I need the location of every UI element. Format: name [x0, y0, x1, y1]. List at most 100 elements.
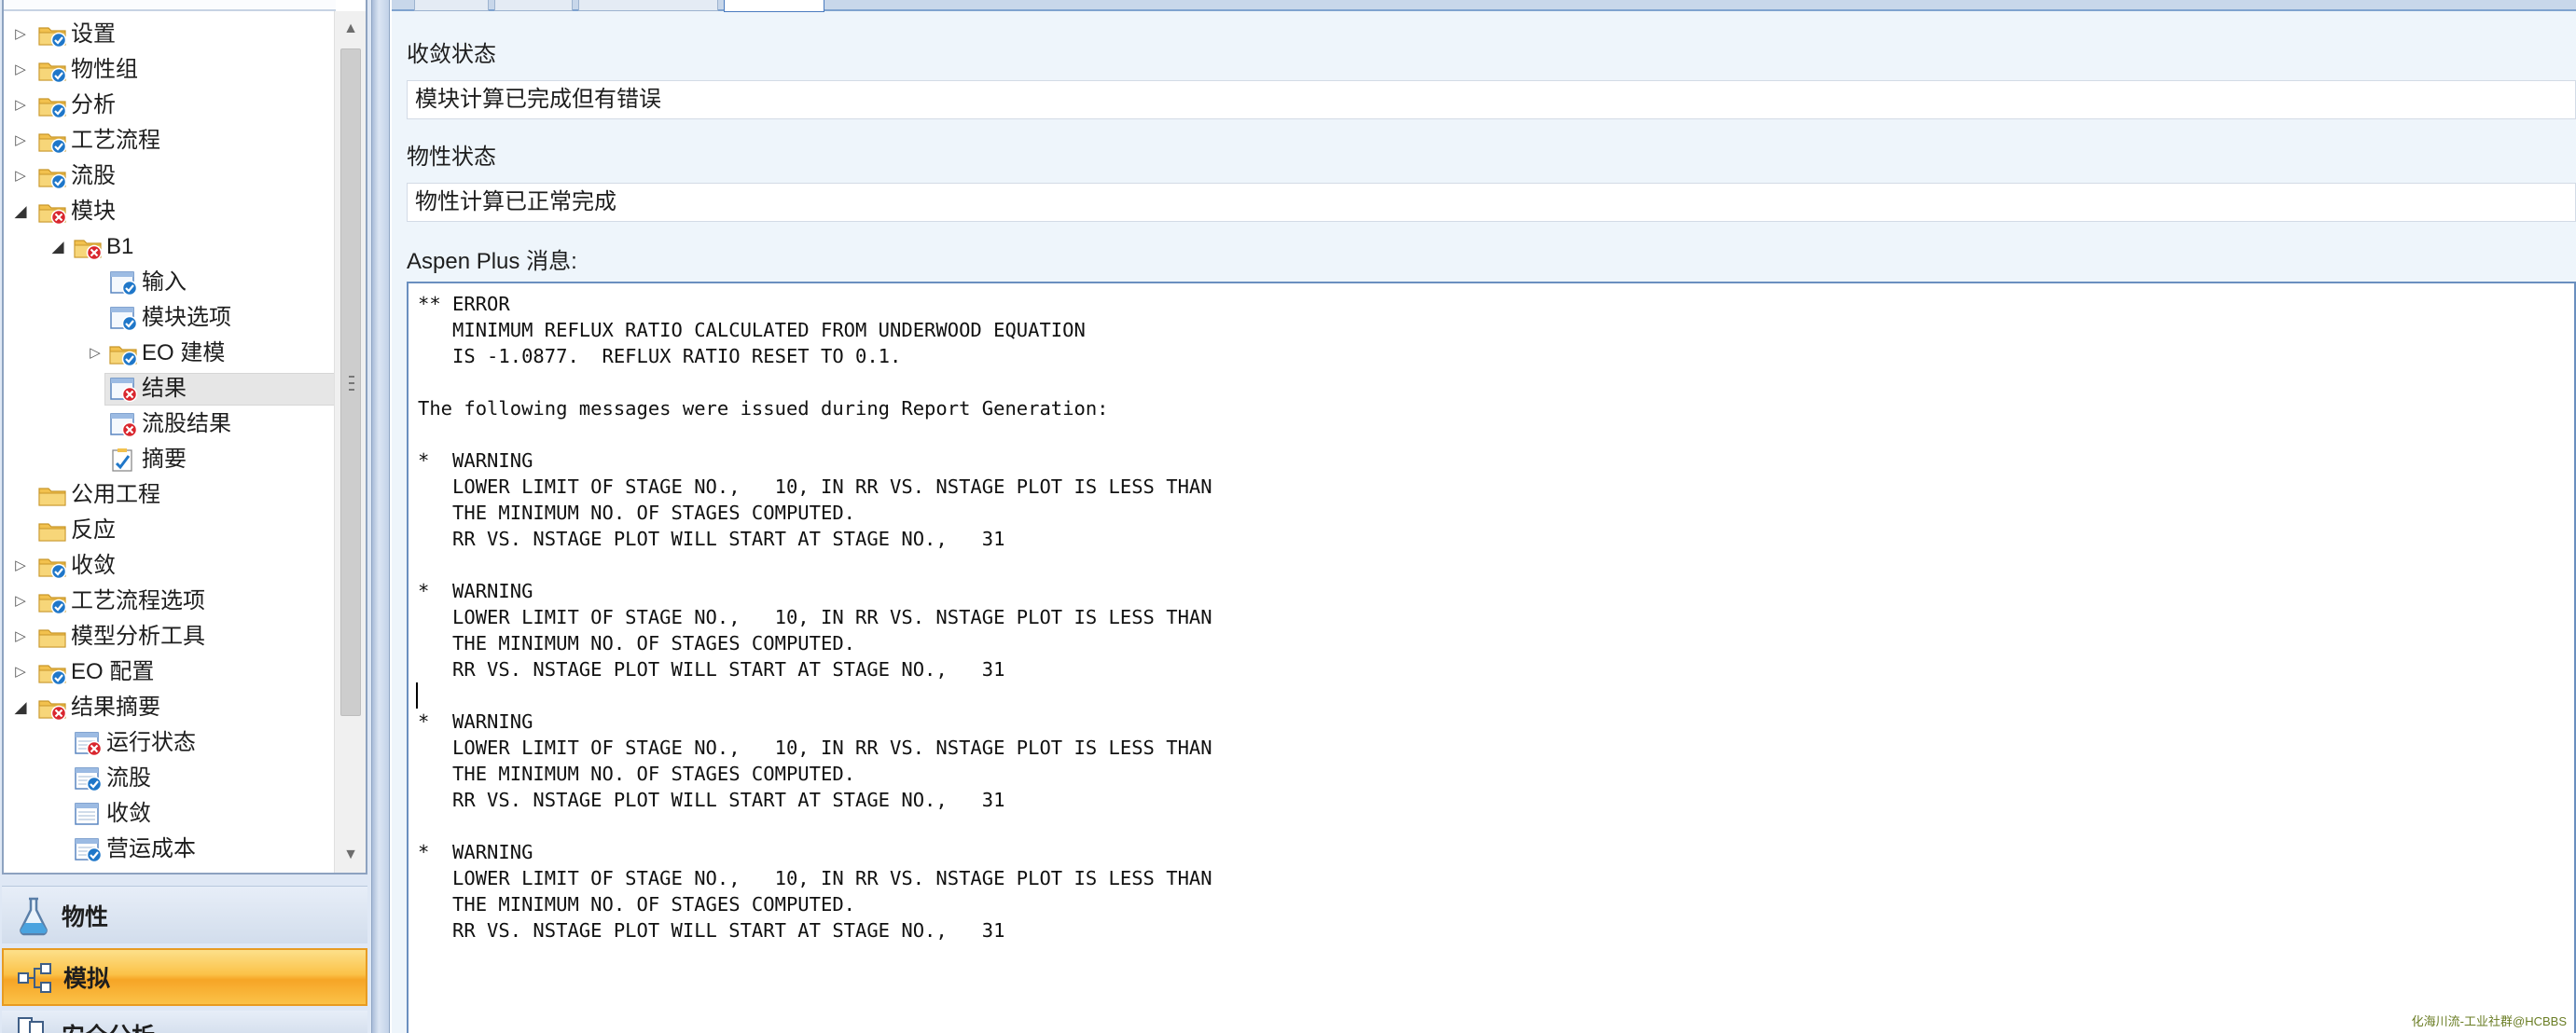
folder-error-icon: [37, 695, 67, 721]
tree-item[interactable]: ▷ 设置: [4, 17, 336, 52]
text-caret: [416, 682, 418, 709]
message-line: ** ERROR: [418, 293, 510, 315]
tab-3[interactable]: [578, 0, 718, 11]
folder-check-icon: [37, 553, 67, 579]
tree-item[interactable]: 营运成本: [4, 832, 336, 867]
tree-item-label: 输入: [142, 269, 187, 295]
safety-analysis-nav-button[interactable]: 安全分析: [2, 1011, 367, 1033]
tree-item[interactable]: 反应: [4, 513, 336, 548]
tree-item-label: 设置: [71, 21, 116, 47]
tree-item-label: 结果: [142, 376, 187, 401]
tree-item[interactable]: 输入: [4, 265, 336, 300]
tree-item-label: 反应: [71, 517, 116, 543]
tab-1[interactable]: [414, 0, 489, 11]
table-error-icon: [73, 730, 103, 756]
folder-error-icon: [37, 199, 67, 225]
collapse-arrow-icon[interactable]: ◢: [48, 229, 67, 265]
expand-arrow-icon[interactable]: ▷: [11, 158, 30, 194]
scrollbar-thumb[interactable]: [340, 48, 361, 716]
collapse-arrow-icon[interactable]: ◢: [11, 194, 30, 229]
tab-2[interactable]: [494, 0, 573, 11]
message-line: [418, 682, 2574, 709]
message-line: [418, 813, 2574, 839]
tree-item[interactable]: 运行状态: [4, 725, 336, 761]
message-line: [418, 421, 2574, 448]
tree-item[interactable]: 收敛: [4, 796, 336, 832]
tree-item-label: 工艺流程选项: [71, 588, 205, 613]
tree-scrollbar[interactable]: ▲ ▼: [334, 11, 366, 873]
folder-error-icon: [73, 234, 103, 260]
expand-arrow-icon[interactable]: ▷: [11, 548, 30, 584]
tree-item-label: 收敛: [106, 801, 151, 826]
tree-item[interactable]: ▷ 物性组: [4, 52, 336, 88]
message-line: IS -1.0877. REFLUX RATIO RESET TO 0.1.: [418, 345, 902, 367]
expand-arrow-icon[interactable]: ▷: [11, 654, 30, 690]
table-check-icon: [73, 765, 103, 792]
tree-item[interactable]: ▷ 模型分析工具: [4, 619, 336, 654]
tree-item[interactable]: ◢ 结果摘要: [4, 690, 336, 725]
tree-item[interactable]: 流股结果: [4, 406, 336, 442]
convergence-status-field[interactable]: 模块计算已完成但有错误: [407, 80, 2576, 119]
message-line: * WARNING: [418, 710, 533, 733]
expand-arrow-icon[interactable]: ▷: [11, 619, 30, 654]
tree-item[interactable]: ◢ 模块: [4, 194, 336, 229]
tree-item-label: 模块选项: [142, 305, 231, 330]
tree-item-label: 摘要: [142, 447, 187, 472]
tree-item[interactable]: 摘要: [4, 442, 336, 477]
tree-item[interactable]: ▷ 流股: [4, 158, 336, 194]
tree-item-label: 工艺流程: [71, 128, 160, 153]
message-line: The following messages were issued durin…: [418, 397, 1109, 420]
tree-item-label: 流股: [71, 163, 116, 188]
tree-item[interactable]: 公用工程: [4, 477, 336, 513]
tree-item-label: 分析: [71, 92, 116, 117]
expand-arrow-icon[interactable]: ▷: [11, 52, 30, 88]
tree-item-label: EO 配置: [71, 659, 155, 684]
tree-list: ▷ 设置 ▷ 物性组 ▷ 分析 ▷ 工艺流程 ▷ 流股 ◢ 模块 ◢ B1 输入 模块选项 ▷ EO 建模 结果 流股…: [4, 17, 336, 867]
tree-item[interactable]: ▷ EO 配置: [4, 654, 336, 690]
properties-nav-label: 物性: [62, 903, 109, 930]
expand-arrow-icon[interactable]: ▷: [11, 88, 30, 123]
tree-item[interactable]: 流股: [4, 761, 336, 796]
form-tab-strip: [392, 0, 2576, 12]
tree-item[interactable]: ▷ EO 建模: [4, 336, 336, 371]
message-line: MINIMUM REFLUX RATIO CALCULATED FROM UND…: [418, 319, 1086, 341]
property-status-field[interactable]: 物性计算已正常完成: [407, 183, 2576, 222]
folder-check-icon: [37, 659, 67, 685]
tree-item[interactable]: ◢ B1: [4, 229, 336, 265]
message-line: LOWER LIMIT OF STAGE NO., 10, IN RR VS. …: [418, 867, 1212, 889]
scroll-up-arrow-icon[interactable]: ▲: [335, 13, 366, 45]
tree-item-label: 物性组: [71, 57, 138, 82]
message-line: THE MINIMUM NO. OF STAGES COMPUTED.: [418, 763, 855, 785]
folder-check-icon: [37, 163, 67, 189]
message-line: * WARNING: [418, 449, 533, 472]
navigation-tree[interactable]: ▷ 设置 ▷ 物性组 ▷ 分析 ▷ 工艺流程 ▷ 流股 ◢ 模块 ◢ B1 输入 模块选项 ▷ EO 建模 结果 流股…: [2, 0, 367, 875]
tree-item[interactable]: 模块选项: [4, 300, 336, 336]
flowsheet-icon: [17, 957, 54, 998]
properties-nav-button[interactable]: 物性: [2, 886, 367, 943]
simulation-nav-button[interactable]: 模拟: [2, 948, 367, 1006]
tree-header: [4, 0, 336, 11]
selection-highlight: [104, 373, 336, 406]
form-error-icon: [108, 411, 138, 437]
folder-check-icon: [37, 57, 67, 83]
expand-arrow-icon[interactable]: ▷: [11, 584, 30, 619]
scroll-down-arrow-icon[interactable]: ▼: [335, 839, 366, 871]
message-line: RR VS. NSTAGE PLOT WILL START AT STAGE N…: [418, 658, 1005, 681]
expand-arrow-icon[interactable]: ▷: [86, 336, 104, 371]
collapse-arrow-icon[interactable]: ◢: [11, 690, 30, 725]
tree-item-label: B1: [106, 234, 134, 259]
message-line: * WARNING: [418, 841, 533, 863]
pane-splitter[interactable]: [371, 0, 390, 1033]
tree-item[interactable]: ▷ 分析: [4, 88, 336, 123]
messages-textbox[interactable]: ** ERROR MINIMUM REFLUX RATIO CALCULATED…: [407, 282, 2576, 1033]
folder-check-icon: [37, 128, 67, 154]
simulation-nav-label: 模拟: [63, 966, 111, 992]
tree-item[interactable]: ▷ 工艺流程: [4, 123, 336, 158]
tree-item[interactable]: ▷ 工艺流程选项: [4, 584, 336, 619]
convergence-status-label: 收敛状态: [407, 42, 496, 67]
tab-status[interactable]: [724, 0, 824, 12]
tree-item[interactable]: ▷ 收敛: [4, 548, 336, 584]
tree-item[interactable]: 结果: [4, 371, 336, 406]
expand-arrow-icon[interactable]: ▷: [11, 123, 30, 158]
expand-arrow-icon[interactable]: ▷: [11, 17, 30, 52]
